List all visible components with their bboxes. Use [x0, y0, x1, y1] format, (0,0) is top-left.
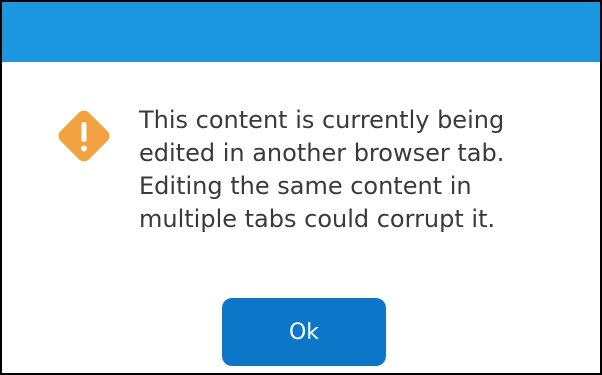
- message-line: multiple tabs could corrupt it.: [139, 205, 496, 233]
- ok-button[interactable]: Ok: [222, 298, 386, 366]
- dialog-title-bar: [2, 2, 600, 62]
- message-line: Editing the same content in: [139, 172, 472, 200]
- warning-dialog: This content is currently being edited i…: [0, 0, 602, 375]
- message-line: edited in another browser tab.: [139, 139, 505, 167]
- warning-icon: [58, 110, 110, 162]
- dialog-message: This content is currently being edited i…: [139, 104, 579, 236]
- message-line: This content is currently being: [139, 106, 505, 134]
